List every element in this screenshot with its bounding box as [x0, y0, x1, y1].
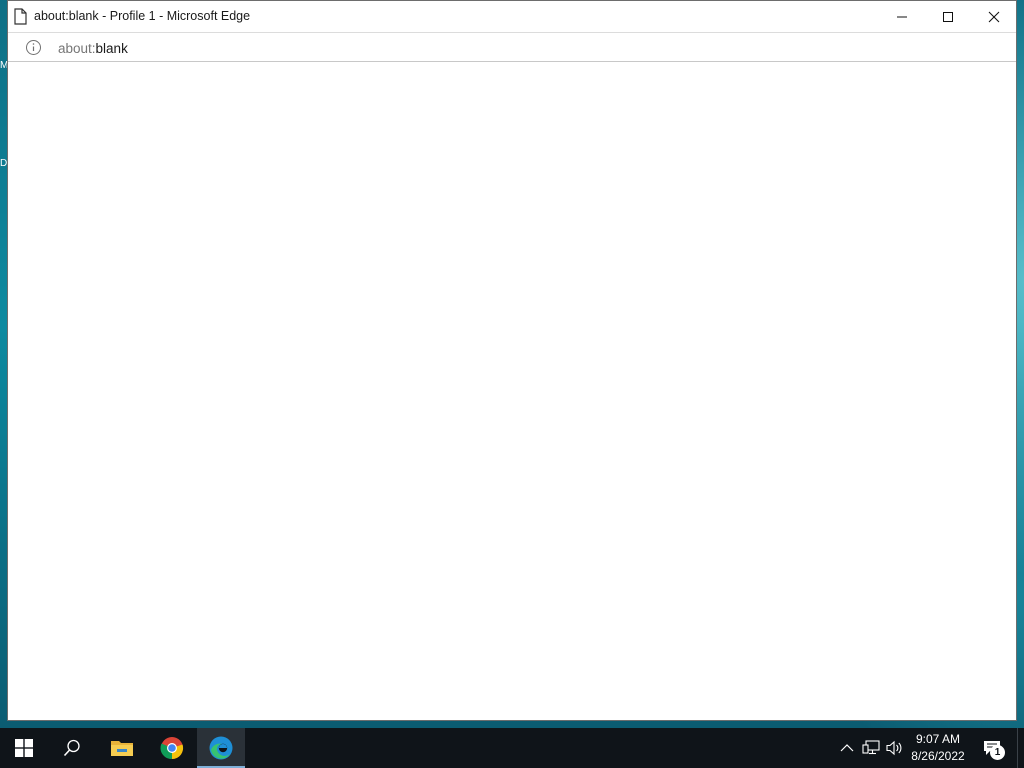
url-field[interactable]: about:blank	[58, 41, 128, 56]
chevron-up-icon	[840, 744, 854, 752]
volume-icon	[886, 740, 902, 756]
windows-logo-icon	[15, 739, 33, 757]
clock-date: 8/26/2022	[911, 749, 965, 763]
clock[interactable]: 9:07 AM 8/26/2022	[905, 731, 971, 765]
search-icon	[63, 739, 80, 757]
network-button[interactable]	[861, 738, 881, 758]
browser-window: about:blank - Profile 1 - Microsoft Edge…	[7, 0, 1017, 721]
window-title: about:blank - Profile 1 - Microsoft Edge	[34, 9, 251, 23]
minimize-icon	[897, 16, 907, 17]
taskbar: 9:07 AM 8/26/2022	[0, 728, 1024, 768]
show-hidden-icons-button[interactable]	[837, 738, 857, 758]
page-content[interactable]	[8, 62, 1016, 720]
page-icon	[14, 8, 27, 25]
info-icon[interactable]	[25, 39, 42, 56]
chrome-icon	[160, 737, 184, 760]
edge-icon	[209, 736, 233, 760]
clock-time: 9:07 AM	[915, 732, 961, 746]
network-icon	[862, 740, 880, 755]
taskbar-edge[interactable]	[197, 728, 245, 768]
folder-icon	[111, 741, 133, 756]
maximize-button[interactable]	[925, 1, 971, 32]
close-icon	[988, 11, 1000, 22]
url-path: blank	[95, 41, 128, 56]
show-desktop-button[interactable]	[1017, 728, 1024, 768]
maximize-icon	[943, 11, 953, 22]
address-bar[interactable]: about:blank	[8, 32, 1016, 62]
minimize-button[interactable]	[879, 1, 925, 32]
search-button[interactable]	[48, 728, 96, 768]
start-button[interactable]	[0, 728, 48, 768]
url-scheme: about:	[58, 41, 96, 56]
taskbar-file-explorer[interactable]	[98, 728, 146, 768]
taskbar-chrome[interactable]	[148, 728, 196, 768]
notification-count-badge: 1	[990, 745, 1005, 760]
volume-button[interactable]	[885, 738, 905, 758]
title-bar[interactable]: about:blank - Profile 1 - Microsoft Edge	[8, 1, 1016, 32]
close-button[interactable]	[971, 1, 1017, 32]
